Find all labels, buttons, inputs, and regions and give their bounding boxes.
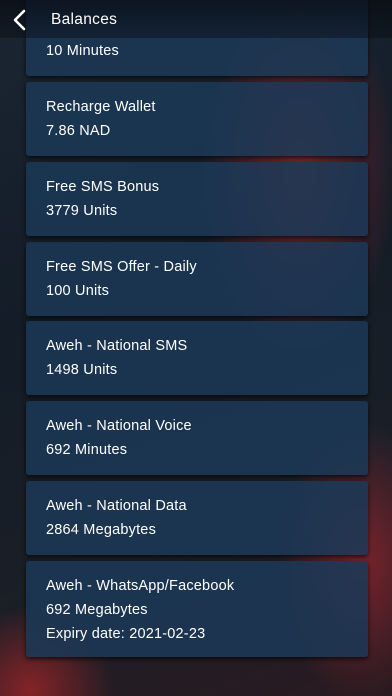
balance-value: 100 Units [46, 283, 110, 299]
balance-value: 7.86 NAD [46, 123, 111, 139]
balance-value: 1498 Units [46, 362, 118, 378]
balance-name: Aweh - National SMS [46, 338, 188, 354]
balance-card[interactable]: Aweh - National SMS 1498 Units [26, 321, 368, 395]
top-bar: Balances [0, 0, 392, 38]
balance-name: Recharge Wallet [46, 99, 156, 115]
balance-card[interactable]: Aweh - WhatsApp/Facebook 692 Megabytes E… [26, 561, 368, 657]
balance-name: Free SMS Bonus [46, 179, 160, 195]
balance-name: Aweh - WhatsApp/Facebook [46, 578, 235, 594]
balance-value: 10 Minutes [46, 43, 119, 59]
balance-card[interactable]: Aweh - National Data 2864 Megabytes [26, 481, 368, 555]
chevron-left-icon[interactable] [10, 9, 30, 31]
balance-value: 3779 Units [46, 203, 118, 219]
balance-value: 2864 Megabytes [46, 522, 157, 538]
balance-card[interactable]: Free SMS Offer - Daily 100 Units [26, 242, 368, 316]
balance-card[interactable]: Recharge Wallet 7.86 NAD [26, 82, 368, 156]
expiry-date: Expiry date: 2021-02-23 [46, 626, 206, 642]
balance-value: 692 Minutes [46, 442, 128, 458]
balance-name: Aweh - National Voice [46, 418, 192, 434]
balance-value: 692 Megabytes [46, 602, 148, 618]
balance-name: Free SMS Offer - Daily [46, 259, 197, 275]
balance-name: Aweh - National Data [46, 498, 187, 514]
balance-card[interactable]: Free SMS Bonus 3779 Units [26, 162, 368, 236]
page-title: Balances [51, 11, 118, 28]
balance-card[interactable]: Aweh - National Voice 692 Minutes [26, 401, 368, 475]
